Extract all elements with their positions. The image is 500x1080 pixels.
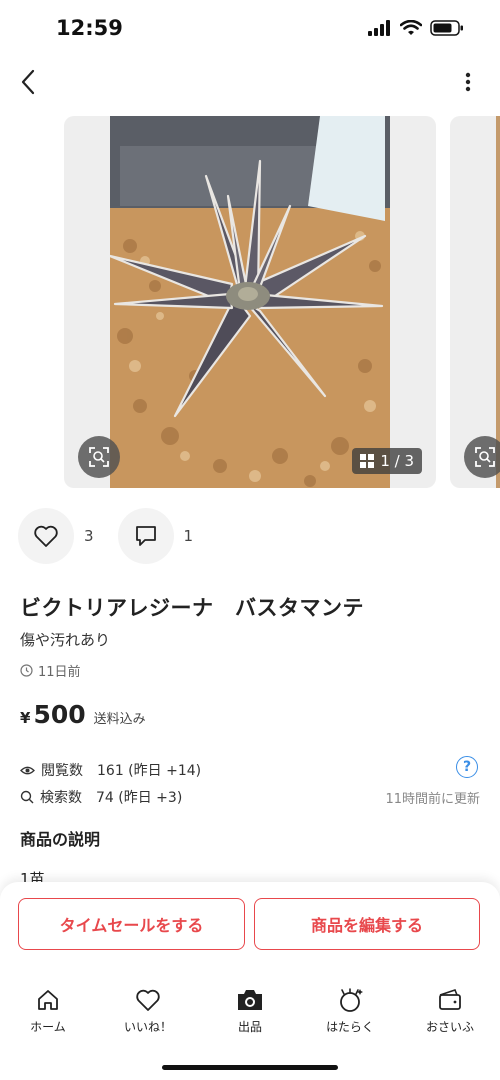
like-count: 3 — [84, 527, 94, 545]
tab-home-label: ホーム — [30, 1020, 66, 1034]
search-stat: 検索数 74 (昨日 +3) — [20, 787, 182, 807]
next-photo-card[interactable] — [450, 116, 500, 488]
chevron-left-icon — [21, 69, 35, 95]
search-value: 74 (昨日 +3) — [96, 790, 183, 806]
price-currency: ¥ — [20, 709, 31, 727]
tab-likes[interactable]: いいね！ — [108, 986, 188, 1042]
item-title: ビクトリアレジーナ バスタマンテ — [20, 596, 364, 620]
comment-icon — [135, 526, 156, 546]
camera-icon — [236, 986, 264, 1014]
description-heading: 商品の説明 — [20, 830, 101, 849]
price-value: 500 — [33, 700, 86, 729]
search-icon — [20, 790, 34, 804]
updated-time: 11時間前に更新 — [385, 792, 480, 807]
zoom-scan-icon — [89, 447, 109, 467]
timesale-button[interactable]: タイムセールをする — [18, 898, 245, 950]
photo-counter-text: 1 / 3 — [380, 452, 414, 470]
wifi-icon — [400, 20, 422, 35]
help-icon[interactable]: ? — [456, 756, 478, 778]
tab-work-label: はたらく — [326, 1020, 374, 1034]
photo-gallery[interactable]: 1 / 3 — [0, 116, 500, 488]
clock-icon — [20, 664, 33, 677]
posted-time-text: 11日前 — [38, 665, 81, 680]
work-icon — [336, 986, 364, 1014]
views-label: 閲覧数 — [41, 763, 83, 779]
wallet-icon — [436, 986, 464, 1014]
views-stat: 閲覧数 161 (昨日 +14) — [20, 760, 201, 780]
heart-icon — [134, 986, 162, 1014]
item-actions: 3 1 — [18, 508, 217, 564]
zoom-button[interactable] — [78, 436, 120, 478]
item-condition: 傷や汚れあり — [20, 631, 111, 649]
posted-time: 11日前 — [20, 661, 81, 680]
status-bar: 12:59 — [0, 0, 500, 60]
edit-item-button[interactable]: 商品を編集する — [254, 898, 480, 950]
battery-icon — [430, 20, 463, 36]
status-icons — [368, 20, 464, 36]
nav-bar — [0, 62, 500, 102]
like-button[interactable] — [18, 508, 74, 564]
more-vertical-icon — [465, 72, 471, 92]
tab-wallet-label: おさいふ — [425, 1020, 474, 1034]
photo-card[interactable]: 1 / 3 — [64, 116, 436, 488]
search-label: 検索数 — [40, 790, 82, 806]
next-photo — [496, 116, 500, 488]
home-icon — [34, 986, 62, 1014]
tab-bar: ホーム いいね！ 出品 はたらく おさいふ — [0, 986, 500, 1042]
tab-likes-label: いいね！ — [123, 1020, 172, 1034]
signal-icon — [368, 20, 390, 36]
tab-work[interactable]: はたらく — [310, 986, 390, 1042]
tab-wallet[interactable]: おさいふ — [410, 986, 490, 1042]
item-photo[interactable] — [110, 116, 390, 488]
grid-icon — [360, 454, 375, 468]
tab-sell[interactable]: 出品 — [210, 986, 290, 1042]
zoom-scan-icon — [475, 447, 495, 467]
eye-icon — [20, 766, 35, 774]
heart-icon — [34, 525, 58, 547]
zoom-button-next[interactable] — [464, 436, 500, 478]
views-value: 161 (昨日 +14) — [97, 763, 202, 779]
price: ¥ 500 送料込み — [20, 700, 146, 729]
tab-sell-label: 出品 — [237, 1020, 262, 1034]
bottom-panel: タイムセールをする 商品を編集する ホーム いいね！ 出品 はたらく おさいふ — [0, 882, 500, 1080]
shipping-note: 送料込み — [93, 712, 146, 727]
photo-counter: 1 / 3 — [352, 448, 422, 474]
home-indicator — [162, 1065, 338, 1070]
back-button[interactable] — [12, 66, 44, 98]
comment-count: 1 — [183, 527, 194, 545]
tab-home[interactable]: ホーム — [8, 986, 88, 1042]
status-time: 12:59 — [56, 16, 123, 40]
more-options-button[interactable] — [456, 66, 480, 98]
comment-button[interactable] — [117, 508, 174, 564]
